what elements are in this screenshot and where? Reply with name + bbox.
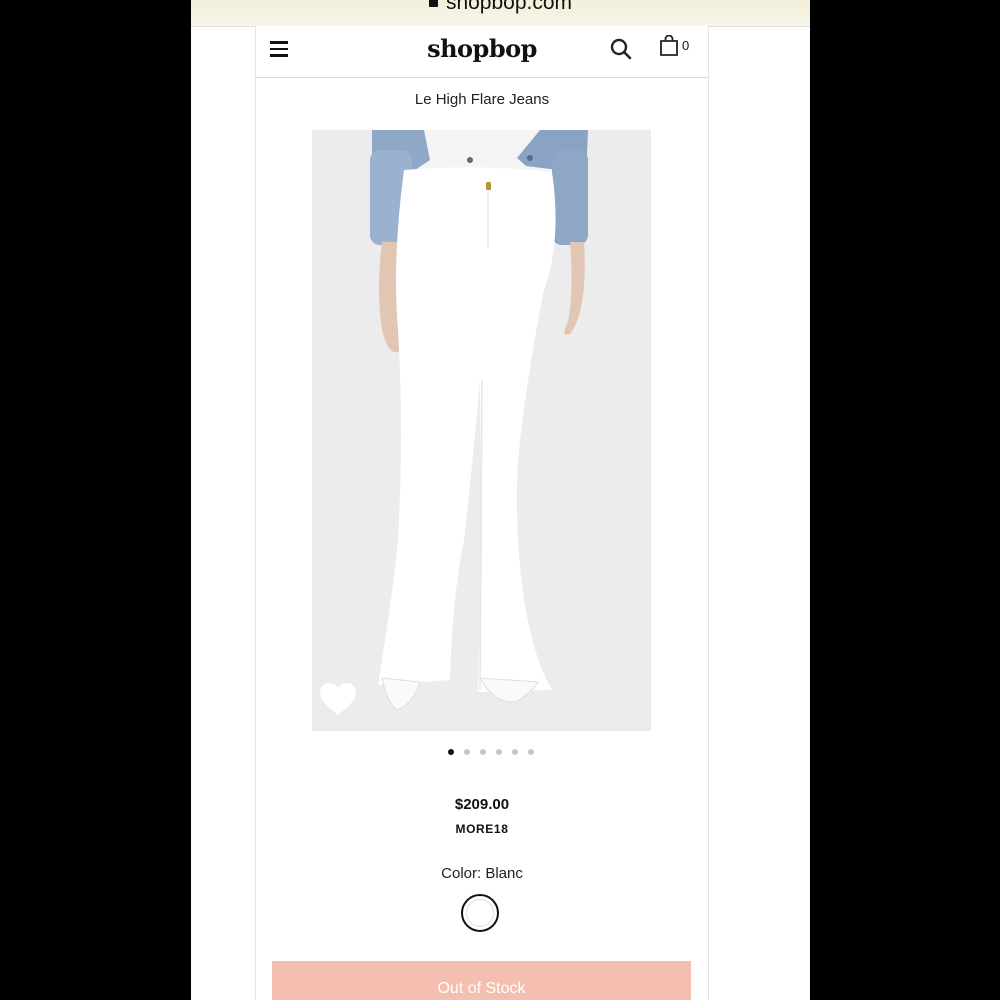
carousel-dot[interactable]: [464, 749, 470, 755]
url-text: shopbop.com: [445, 0, 573, 14]
image-carousel-dots[interactable]: [256, 749, 708, 755]
browser-url-bar[interactable]: shopbop.com: [191, 0, 810, 27]
carousel-dot[interactable]: [496, 749, 502, 755]
carousel-dot[interactable]: [512, 749, 518, 755]
bag-count[interactable]: 0: [682, 38, 689, 53]
product-name: Le High Flare Jeans: [414, 91, 550, 108]
search-icon[interactable]: [609, 37, 633, 61]
product-price: $209.00: [454, 796, 510, 813]
phone-screen: shopbop.com shopbop 0 FRAME Le High Flar…: [191, 0, 810, 1000]
product-image[interactable]: [312, 130, 651, 731]
lock-icon: [428, 0, 438, 7]
color-swatch-blanc[interactable]: [461, 894, 499, 932]
heart-icon[interactable]: [318, 682, 358, 718]
out-of-stock-button[interactable]: Out of Stock: [272, 961, 691, 1000]
shopping-bag-icon[interactable]: [659, 35, 679, 57]
model-in-jeans-photo: [312, 130, 651, 731]
site-header: shopbop 0: [256, 26, 708, 78]
page-content: shopbop 0 FRAME Le High Flare Jeans: [255, 26, 709, 1000]
carousel-dot[interactable]: [528, 749, 534, 755]
swatch-fill: [466, 899, 494, 927]
color-label: Color: Blanc: [441, 865, 523, 882]
site-logo[interactable]: shopbop: [256, 34, 708, 63]
carousel-dot[interactable]: [448, 749, 454, 755]
promo-code: MORE18: [455, 822, 509, 836]
carousel-dot[interactable]: [480, 749, 486, 755]
